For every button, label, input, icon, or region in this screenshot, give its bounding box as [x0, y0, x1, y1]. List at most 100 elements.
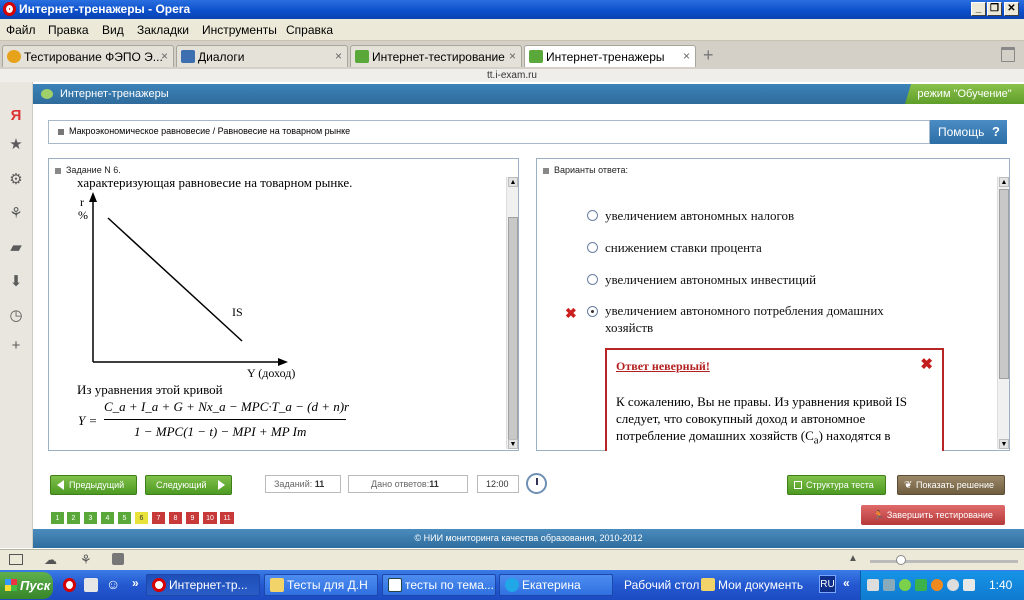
next-button[interactable]: Следующий	[145, 475, 232, 495]
feedback-close-icon[interactable]: ✖	[920, 355, 933, 373]
taskbar-item-folder[interactable]: Тесты для Д.Н	[264, 574, 378, 596]
star-icon[interactable]: ★	[8, 137, 24, 153]
zoom-slider-thumb[interactable]	[896, 555, 906, 565]
tray-expand-icon[interactable]: «	[843, 576, 850, 590]
question-number-8[interactable]: 8	[168, 511, 183, 525]
minimize-button[interactable]: _	[971, 2, 986, 16]
trash-icon[interactable]	[1001, 47, 1015, 62]
option-radio-1[interactable]	[587, 210, 598, 221]
mode-badge: режим "Обучение"	[905, 84, 1024, 104]
document-icon	[388, 578, 402, 592]
prev-button[interactable]: Предыдущий	[50, 475, 137, 495]
test-structure-button[interactable]: Структура теста	[787, 475, 886, 495]
tray-icon[interactable]	[931, 579, 943, 591]
unite-status-icon[interactable]: ⚘	[80, 552, 92, 568]
question-text: характеризующая равновесие на товарном р…	[77, 175, 353, 190]
question-number-9[interactable]: 9	[185, 511, 200, 525]
tab-internet-trainers[interactable]: Интернет-тренажеры ×	[524, 45, 696, 67]
arrow-left-icon	[57, 480, 64, 490]
menu-view[interactable]: Вид	[102, 23, 124, 37]
tray-icon[interactable]	[947, 579, 959, 591]
tray-icon[interactable]	[867, 579, 879, 591]
show-solution-button[interactable]: ❦ Показать решение	[897, 475, 1005, 495]
option-radio-2[interactable]	[587, 242, 598, 253]
tab-internet-testing[interactable]: Интернет-тестирование ×	[350, 45, 522, 67]
option-label-4-line2[interactable]: хозяйств	[605, 320, 653, 336]
question-number-1[interactable]: 1	[50, 511, 65, 525]
question-icon: ?	[992, 124, 1000, 139]
option-label-4-line1[interactable]: увеличением автономного потребления дома…	[605, 303, 884, 319]
question-number-2[interactable]: 2	[66, 511, 81, 525]
help-button[interactable]: Помощь ?	[930, 120, 1007, 144]
downloads-icon[interactable]: ⬇	[8, 274, 24, 290]
tray-icon[interactable]	[963, 579, 975, 591]
menu-tools[interactable]: Инструменты	[202, 23, 277, 37]
tab-close-icon[interactable]: ×	[161, 49, 168, 63]
option-label-2[interactable]: снижением ставки процента	[605, 240, 762, 256]
language-indicator[interactable]: RU	[819, 575, 836, 593]
tab-close-icon[interactable]: ×	[509, 49, 516, 63]
restore-button[interactable]: ❐	[987, 2, 1002, 16]
option-label-1[interactable]: увеличением автономных налогов	[605, 208, 794, 224]
question-number-7[interactable]: 7	[151, 511, 166, 525]
skype-quicklaunch-icon[interactable]: ☺	[106, 576, 120, 592]
tray-icon[interactable]	[915, 579, 927, 591]
taskbar-item-opera[interactable]: Интернет-тр...	[146, 574, 260, 596]
view-icon[interactable]: ▲	[848, 553, 858, 564]
more-icon[interactable]: »	[132, 576, 139, 590]
notifications-icon[interactable]	[112, 553, 124, 565]
my-documents-toolbar[interactable]: Мои документь	[718, 578, 803, 592]
tray-icon[interactable]	[883, 579, 895, 591]
equation-intro: Из уравнения этой кривой	[77, 382, 223, 397]
taskbar-label: Интернет-тр...	[169, 578, 248, 592]
scroll-up-icon[interactable]: ▲	[508, 177, 518, 187]
turbo-icon[interactable]: ☁	[44, 552, 57, 568]
scroll-down-icon[interactable]: ▼	[999, 439, 1009, 449]
question-number-4[interactable]: 4	[100, 511, 115, 525]
question-number-6[interactable]: 6	[134, 511, 149, 525]
start-button[interactable]: Пуск	[0, 572, 53, 599]
question-number-10[interactable]: 10	[202, 511, 218, 525]
question-scrollbar[interactable]: ▲ ▼	[506, 177, 518, 449]
close-window-button[interactable]: ✕	[1004, 2, 1019, 16]
next-label: Следующий	[156, 480, 207, 490]
tab-close-icon[interactable]: ×	[683, 49, 690, 63]
scroll-thumb[interactable]	[508, 217, 518, 449]
menu-file[interactable]: Файл	[6, 23, 36, 37]
tray-icon[interactable]	[899, 579, 911, 591]
panel-toggle-icon[interactable]	[9, 554, 23, 565]
site-icon	[529, 50, 543, 63]
taskbar-item-word[interactable]: тесты по тема...	[382, 574, 496, 596]
notes-icon[interactable]: ▰	[8, 240, 24, 256]
unite-icon[interactable]: ⚘	[8, 206, 24, 222]
zoom-slider[interactable]	[870, 560, 1018, 563]
new-tab-icon[interactable]: +	[703, 45, 714, 66]
quicklaunch-icon[interactable]	[84, 578, 98, 592]
scroll-thumb[interactable]	[999, 189, 1009, 379]
question-number-3[interactable]: 3	[83, 511, 98, 525]
taskbar-item-skype[interactable]: Екатерина	[499, 574, 613, 596]
scroll-up-icon[interactable]: ▲	[999, 177, 1009, 187]
option-radio-3[interactable]	[587, 274, 598, 285]
scroll-down-icon[interactable]: ▼	[508, 439, 518, 449]
site-icon	[181, 50, 195, 63]
tab-fepo[interactable]: Тестирование ФЭПО Э... ×	[2, 45, 174, 67]
finish-test-button[interactable]: 🏃 Завершить тестирование	[861, 505, 1005, 525]
question-number-11[interactable]: 11	[219, 511, 235, 525]
is-curve-graph: r % IS Y (доход)	[78, 192, 295, 380]
gear-icon[interactable]: ⚙	[8, 172, 24, 188]
add-panel-icon[interactable]: +	[8, 338, 24, 354]
tab-dialogs[interactable]: Диалоги ×	[176, 45, 348, 67]
answers-scrollbar[interactable]: ▲ ▼	[997, 177, 1009, 449]
desktop-toolbar[interactable]: Рабочий стол	[624, 578, 699, 592]
option-radio-4[interactable]	[587, 306, 598, 317]
yandex-icon[interactable]: Я	[8, 108, 24, 124]
option-label-3[interactable]: увеличением автономных инвестиций	[605, 272, 816, 288]
question-number-5[interactable]: 5	[117, 511, 132, 525]
opera-quicklaunch-icon[interactable]	[63, 578, 76, 592]
tab-close-icon[interactable]: ×	[335, 49, 342, 63]
menu-edit[interactable]: Правка	[48, 23, 89, 37]
menu-help[interactable]: Справка	[286, 23, 333, 37]
menu-bookmarks[interactable]: Закладки	[137, 23, 189, 37]
history-icon[interactable]: ◷	[8, 308, 24, 324]
